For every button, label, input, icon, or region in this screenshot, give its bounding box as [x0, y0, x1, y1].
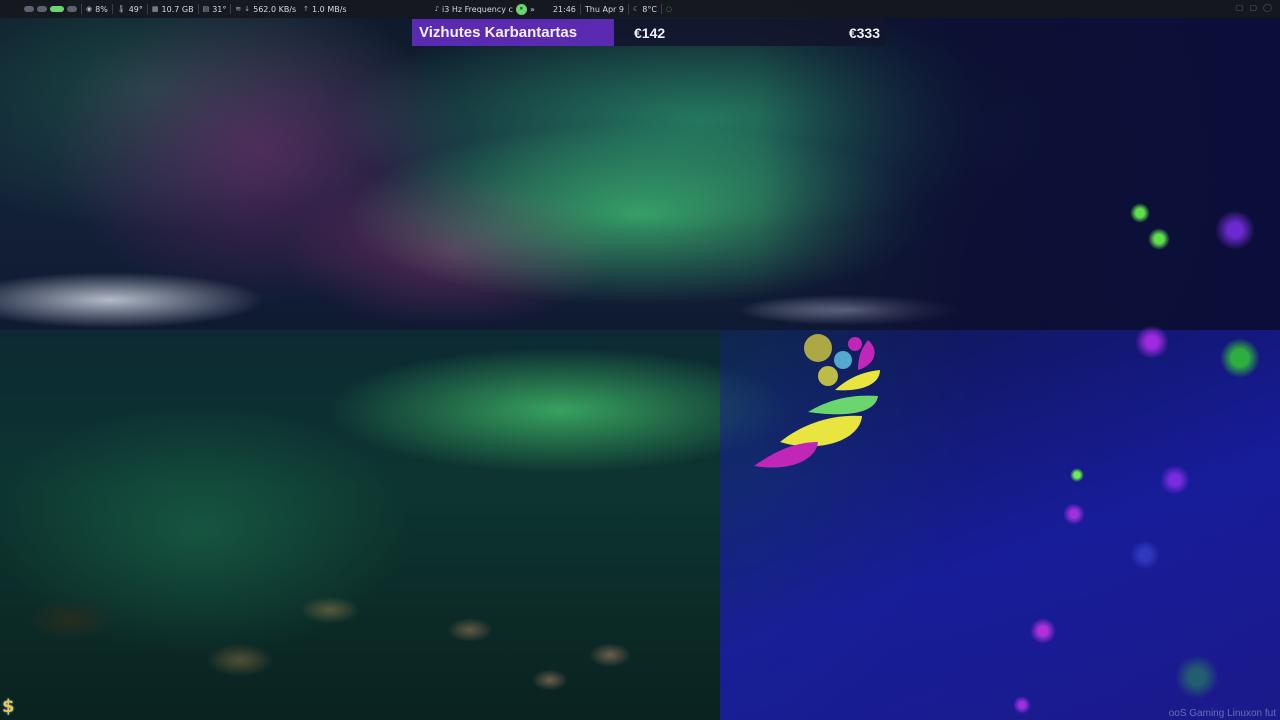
cpu-icon: ◉ — [86, 5, 93, 13]
weather-value: 8°C — [642, 4, 657, 14]
ticker-value-2: €333 — [848, 24, 880, 41]
tray-indicator[interactable]: ◌ — [666, 5, 672, 13]
workspace-4[interactable] — [67, 6, 77, 12]
tray-icon[interactable]: ▢ — [1236, 3, 1244, 12]
memory-value: 10.7 GB — [161, 4, 194, 14]
particle — [1220, 338, 1260, 378]
net-up-value: 1.0 MB/s — [312, 4, 347, 14]
cpu-value: 8% — [95, 4, 108, 14]
watermark-text: ooS Gaming Linuxon fut — [1168, 708, 1276, 719]
arrow-down-icon: ↓ — [244, 5, 251, 13]
gpu-temp-value: 31° — [212, 4, 227, 14]
next-track-icon[interactable]: » — [530, 5, 535, 14]
particle — [1063, 503, 1085, 525]
particle — [1030, 618, 1056, 644]
thermometer-icon: 🌡︎ — [116, 5, 126, 13]
logo-petal — [780, 415, 862, 447]
desktop-wallpaper — [0, 0, 1280, 720]
separator — [111, 4, 113, 14]
separator — [146, 4, 148, 14]
music-icon: ♪ — [434, 5, 440, 13]
particle — [1160, 465, 1190, 495]
top-status-bar: ◉ 8% 🌡︎ 49° ▦ 10.7 GB ▤ 31° ≋ ↓ 562.0 KB… — [0, 0, 1280, 18]
date-value: Thu Apr 9 — [584, 4, 624, 14]
clock-time: 21:46 — [552, 4, 576, 14]
logo-petal — [808, 395, 878, 415]
weather[interactable]: ☾ 8°C — [633, 5, 657, 14]
clock[interactable]: 21:46 — [553, 5, 576, 14]
cpu-temp-value: 49° — [128, 4, 143, 14]
cpu-usage[interactable]: ◉ 8% — [86, 5, 108, 14]
memory-usage[interactable]: ▦ 10.7 GB — [152, 5, 194, 14]
arrow-up-icon: ↑ — [303, 5, 310, 13]
ticker-name: Vizhutes Karbantartas — [412, 19, 614, 46]
particle — [1148, 228, 1170, 250]
network-speed[interactable]: ≋ ↓ 562.0 KB/s ↑ 1.0 MB/s — [235, 5, 346, 14]
separator — [81, 4, 82, 14]
ticker-value-1: €142 — [634, 24, 666, 41]
separator — [660, 4, 662, 14]
logo-petal — [835, 370, 880, 391]
moon-icon: ☾ — [632, 5, 640, 13]
price-ticker[interactable]: Vizhutes Karbantartas €142 €333 — [412, 19, 886, 46]
workspace-1[interactable] — [24, 6, 34, 12]
pause-icon[interactable]: ⏸ — [515, 3, 527, 15]
gpu-temperature[interactable]: ▤ 31° — [203, 5, 227, 14]
separator — [627, 4, 629, 14]
net-down-value: 562.0 KB/s — [253, 4, 297, 14]
logo-petal — [754, 442, 818, 468]
workspace-2[interactable] — [37, 6, 47, 12]
distro-logo-icon — [754, 334, 880, 468]
media-title: i3 Hz Frequency c — [442, 4, 513, 14]
shore-rocks — [0, 540, 720, 720]
particle — [1013, 696, 1031, 714]
separator — [579, 4, 581, 14]
workspace-indicators — [24, 6, 77, 12]
tray-icon[interactable]: ◯ — [1263, 3, 1272, 12]
gpu-icon: ▤ — [202, 5, 210, 13]
tray-icon[interactable]: ▢ — [1249, 3, 1257, 12]
date-display[interactable]: Thu Apr 9 — [585, 5, 624, 14]
memory-icon: ▦ — [151, 5, 159, 13]
particle — [1130, 540, 1160, 570]
dollar-icon[interactable]: $ — [2, 696, 15, 717]
wifi-icon: ≋ — [235, 5, 242, 13]
separator — [230, 4, 232, 14]
particle — [1175, 655, 1219, 699]
logo-dot — [804, 334, 832, 362]
status-icon: ◌ — [665, 5, 673, 13]
workspace-3-active[interactable] — [50, 6, 64, 12]
particle — [1215, 210, 1255, 250]
particle — [1130, 203, 1150, 223]
cpu-temperature[interactable]: 🌡︎ 49° — [117, 5, 143, 14]
media-player[interactable]: ♪ i3 Hz Frequency c ⏸ » — [434, 3, 535, 15]
logo-dot — [848, 337, 862, 351]
logo-dot — [818, 366, 838, 386]
particle — [1135, 325, 1169, 359]
system-tray: ▢ ▢ ◯ — [1236, 3, 1272, 12]
logo-dot — [834, 351, 852, 369]
separator — [197, 4, 199, 14]
particle — [1070, 468, 1084, 482]
